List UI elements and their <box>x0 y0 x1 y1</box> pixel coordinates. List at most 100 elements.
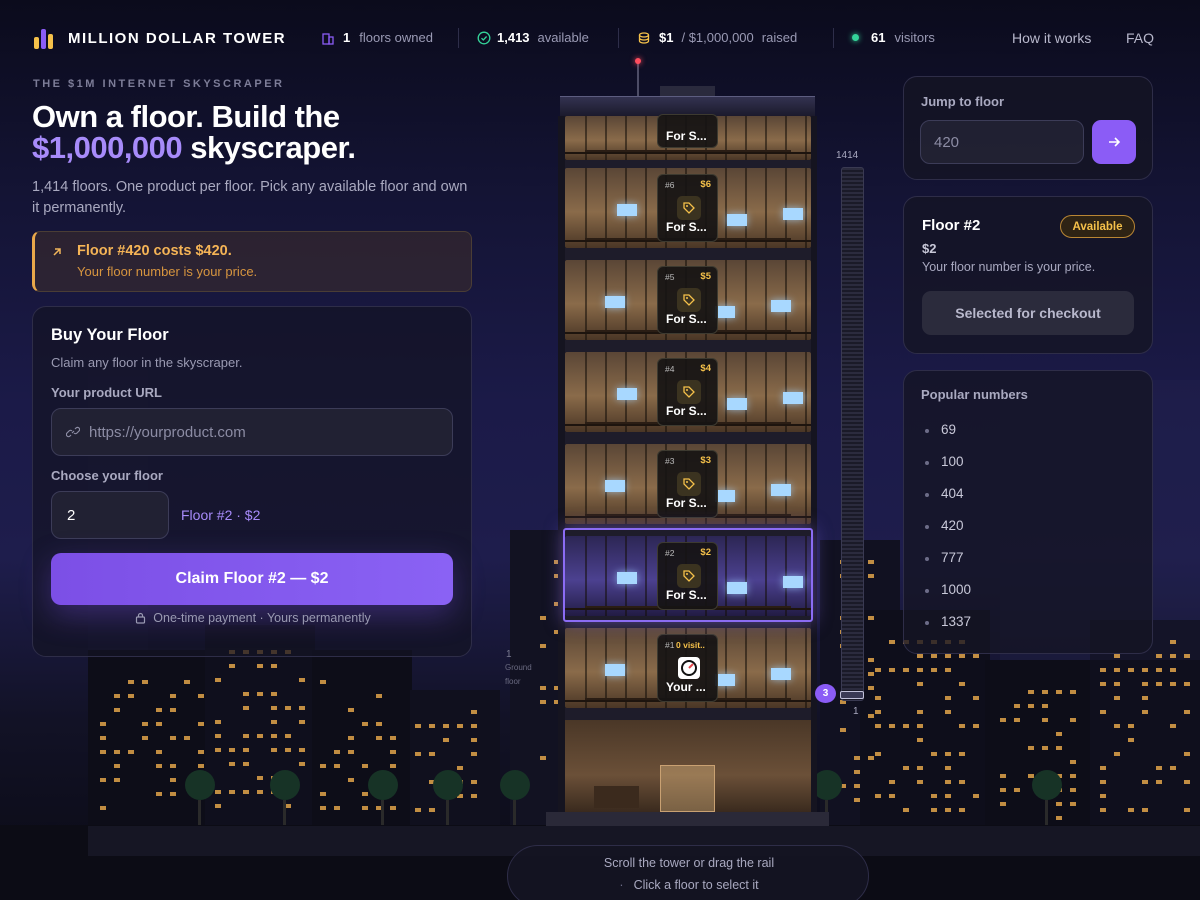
monitor-screen <box>771 300 791 312</box>
lit-window <box>243 790 249 794</box>
floor-tag-label: Your ... <box>666 680 706 694</box>
lit-window <box>973 654 979 658</box>
lit-window <box>334 764 340 768</box>
monitor-screen <box>605 296 625 308</box>
floor-tag[interactable]: For S... <box>657 114 718 148</box>
lit-window <box>1056 816 1062 820</box>
lit-window <box>215 748 221 752</box>
nav-faq[interactable]: FAQ <box>1126 30 1154 46</box>
floor-number-input[interactable]: 2 <box>51 491 169 539</box>
monitor-screen <box>617 388 637 400</box>
jump-go-button[interactable] <box>1092 120 1136 164</box>
lit-window <box>114 778 120 782</box>
tree-trunk <box>1045 800 1048 825</box>
floor-slab <box>565 248 811 260</box>
lit-window <box>959 682 965 686</box>
nav-how-it-works[interactable]: How it works <box>1012 30 1091 46</box>
antenna <box>637 60 639 98</box>
popular-number-item[interactable]: 100 <box>925 454 964 469</box>
floor-tag[interactable]: #3 $3 For S... <box>657 450 718 518</box>
lit-window <box>959 780 965 784</box>
hero-eyebrow: THE $1M INTERNET SKYSCRAPER <box>33 78 285 90</box>
lit-window <box>959 752 965 756</box>
payment-footnote: One-time payment · Yours permanently <box>33 611 473 625</box>
floor-tag-label: For S... <box>666 404 707 418</box>
url-label: Your product URL <box>51 385 162 400</box>
lit-window <box>243 748 249 752</box>
lit-window <box>973 724 979 728</box>
window-mullion <box>805 168 807 248</box>
lit-window <box>128 694 134 698</box>
floor-tag-price: $3 <box>700 455 711 466</box>
lit-window <box>271 692 277 696</box>
window-mullion <box>765 168 767 248</box>
lit-window <box>1142 780 1148 784</box>
rail-bottom-label: 1 <box>853 706 859 717</box>
floor-tag[interactable]: #4 $4 For S... <box>657 358 718 426</box>
jump-floor-input[interactable]: 420 <box>920 120 1084 164</box>
lit-window <box>1100 780 1106 784</box>
ground-floor-label: Ground <box>505 663 532 672</box>
window-mullion <box>585 168 587 248</box>
window-mullion <box>645 168 647 248</box>
buy-floor-card: Buy Your Floor Claim any floor in the sk… <box>32 306 472 657</box>
brand-name[interactable]: MILLION DOLLAR TOWER <box>68 30 286 47</box>
lit-window <box>917 724 923 728</box>
selected-for-checkout-button[interactable]: Selected for checkout <box>922 291 1134 335</box>
lit-window <box>114 750 120 754</box>
popular-number-item[interactable]: 777 <box>925 550 964 565</box>
popular-number-label: 100 <box>941 454 964 469</box>
popular-number-label: 420 <box>941 518 964 533</box>
window-mullion <box>645 444 647 524</box>
price-tag-icon <box>677 472 701 496</box>
floor-tag-number: #6 <box>665 180 675 190</box>
popular-number-label: 1337 <box>941 614 972 629</box>
lit-window <box>257 790 263 794</box>
lit-window <box>156 750 162 754</box>
lit-window <box>868 658 874 662</box>
floor-tag-number: #3 <box>665 456 675 466</box>
floor-tag[interactable]: #6 $6 For S... <box>657 174 718 242</box>
lit-window <box>170 778 176 782</box>
rail-handle[interactable] <box>840 691 864 699</box>
lit-window <box>1156 668 1162 672</box>
lit-window <box>945 654 951 658</box>
window-mullion <box>625 628 627 708</box>
popular-number-item[interactable]: 1337 <box>925 614 971 629</box>
stat-raised: $1/ $1,000,000 raised <box>637 30 797 45</box>
lit-window <box>1142 696 1148 700</box>
lit-window <box>156 722 162 726</box>
floor-tag[interactable]: #5 $5 For S... <box>657 266 718 334</box>
popular-number-item[interactable]: 1000 <box>925 582 971 597</box>
floor-tag[interactable]: #1 0 visit.. Your ... <box>657 634 718 702</box>
lit-window <box>1100 766 1106 770</box>
lit-window <box>1184 710 1190 714</box>
popular-number-label: 404 <box>941 486 964 501</box>
lit-window <box>198 722 204 726</box>
rail-position-badge[interactable]: 3 <box>815 684 836 703</box>
lit-window <box>443 738 449 742</box>
lit-window <box>156 792 162 796</box>
lit-window <box>945 668 951 672</box>
floor-rail[interactable] <box>841 167 864 701</box>
lit-window <box>376 694 382 698</box>
tree <box>500 770 530 800</box>
roof-box <box>660 86 715 96</box>
lit-window <box>271 706 277 710</box>
claim-floor-button[interactable]: Claim Floor #2 — $2 <box>51 553 453 605</box>
lit-window <box>945 752 951 756</box>
product-url-field[interactable]: https://yourproduct.com <box>51 408 453 456</box>
monitor-screen <box>617 204 637 216</box>
lit-window <box>243 762 249 766</box>
popular-number-item[interactable]: 69 <box>925 422 956 437</box>
lit-window <box>868 686 874 690</box>
lit-window <box>931 752 937 756</box>
window-mullion <box>725 168 727 248</box>
selected-floor-card: Floor #2 Available $2 Your floor number … <box>903 196 1153 354</box>
lit-window <box>471 738 477 742</box>
lit-window <box>257 692 263 696</box>
lit-window <box>1100 808 1106 812</box>
monitor-screen <box>771 484 791 496</box>
popular-number-item[interactable]: 420 <box>925 518 964 533</box>
popular-number-item[interactable]: 404 <box>925 486 964 501</box>
